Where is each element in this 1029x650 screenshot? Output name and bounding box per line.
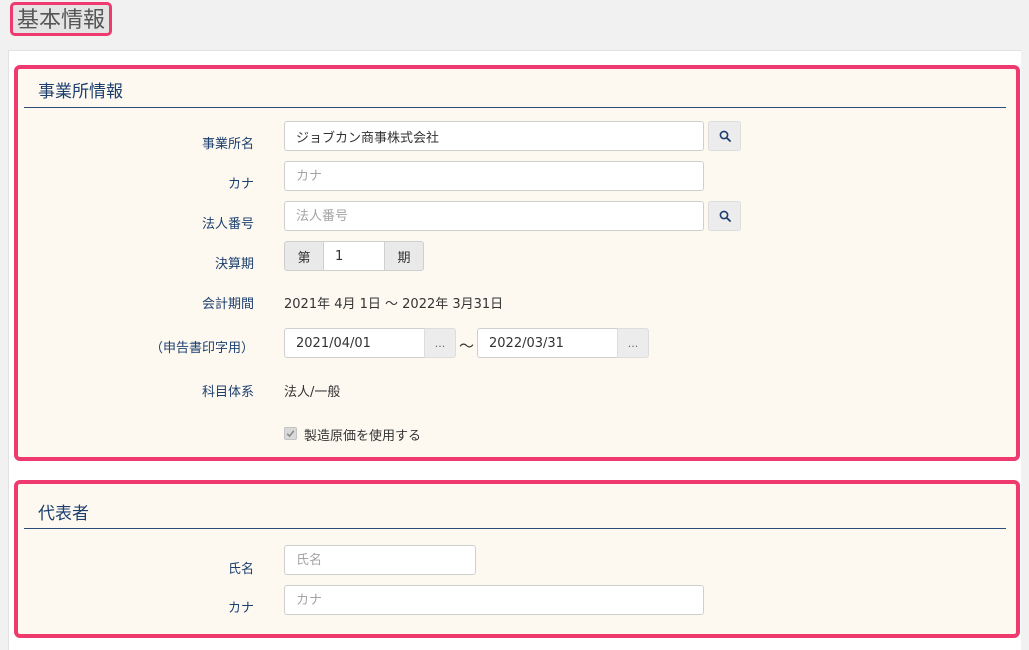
- office-info-section: 事業所情報 事業所名 カナ 法人番号 決算期 第 期 会計期間 2021年 4月…: [14, 65, 1020, 461]
- account-system-label: 科目体系: [201, 385, 254, 400]
- print-period-end-picker[interactable]: ...: [617, 328, 649, 358]
- check-icon: [286, 430, 295, 438]
- representative-section: 代表者 氏名 カナ: [14, 480, 1020, 638]
- account-system-value: 法人/一般: [284, 385, 341, 400]
- search-icon: [719, 210, 731, 222]
- manufacturing-cost-label: 製造原価を使用する: [304, 429, 422, 444]
- accounting-period-label: 会計期間: [201, 297, 254, 312]
- kana-label: カナ: [227, 177, 254, 192]
- section-divider: [24, 528, 1006, 529]
- representative-name-input[interactable]: [284, 545, 476, 575]
- manufacturing-cost-checkbox[interactable]: [284, 427, 297, 440]
- representative-title: 代表者: [38, 504, 89, 524]
- search-icon: [719, 130, 731, 142]
- print-period-label: （申告書印字用）: [149, 341, 254, 356]
- representative-name-label: 氏名: [227, 562, 254, 577]
- fiscal-term-label: 決算期: [214, 257, 254, 272]
- fiscal-term-prefix: 第: [284, 241, 324, 271]
- fiscal-term-input[interactable]: [323, 241, 385, 271]
- print-period-start-picker[interactable]: ...: [424, 328, 456, 358]
- office-name-search-button[interactable]: [708, 121, 741, 151]
- print-period-end-input[interactable]: [477, 328, 618, 358]
- corporate-number-search-button[interactable]: [708, 201, 741, 231]
- page-title: 基本情報: [10, 2, 113, 36]
- office-info-title: 事業所情報: [38, 82, 123, 102]
- kana-input[interactable]: [284, 161, 704, 191]
- representative-kana-label: カナ: [227, 601, 254, 616]
- accounting-period-text: 2021年 4月 1日 〜 2022年 3月31日: [284, 297, 504, 312]
- print-period-separator: 〜: [459, 337, 475, 355]
- representative-kana-input[interactable]: [284, 585, 704, 615]
- office-name-label: 事業所名: [201, 137, 254, 152]
- corporate-number-input[interactable]: [284, 201, 704, 231]
- office-name-input[interactable]: [284, 121, 704, 151]
- section-divider: [24, 107, 1006, 108]
- fiscal-term-suffix: 期: [384, 241, 424, 271]
- corporate-number-label: 法人番号: [201, 217, 254, 232]
- print-period-start-input[interactable]: [284, 328, 425, 358]
